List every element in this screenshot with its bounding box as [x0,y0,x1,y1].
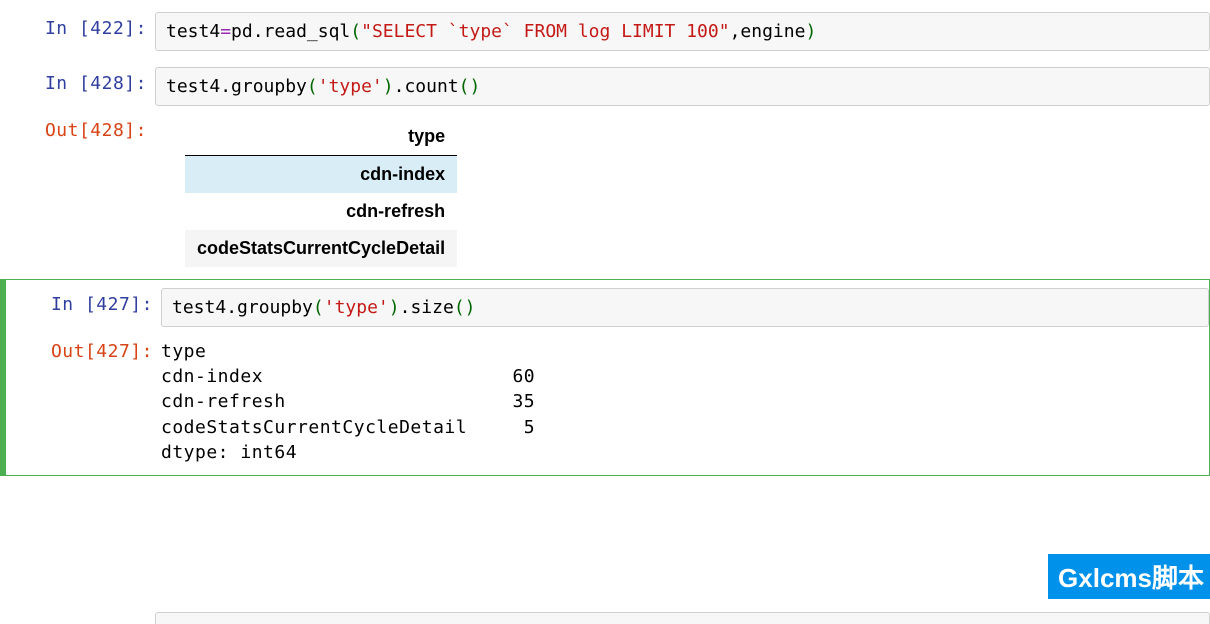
dataframe-table: type cdn-index cdn-refresh codeStatsCurr… [185,118,457,267]
input-prompt: In [422]: [0,10,155,39]
code-cell-427: In [427]: test4.groupby('type').size() [6,284,1209,331]
selected-cell[interactable]: In [427]: test4.groupby('type').size() O… [0,279,1210,476]
watermark-badge: Gxlcms脚本 [1048,554,1210,599]
table-row: codeStatsCurrentCycleDetail [185,230,457,267]
input-prompt: In [427]: [6,286,161,315]
output-cell-427: Out[427]: type cdn-index 60 cdn-refresh … [6,331,1209,471]
output-prompt: Out[428]: [0,112,155,141]
code-cell-422: In [422]: test4=pd.read_sql("SELECT `typ… [0,8,1210,55]
code-cell-428: In [428]: test4.groupby('type').count() [0,63,1210,110]
code-input[interactable]: test4.groupby('type').size() [161,288,1209,327]
code-input[interactable]: test4=pd.read_sql("SELECT `type` FROM lo… [155,12,1210,51]
index-label: codeStatsCurrentCycleDetail [185,230,457,267]
output-prompt: Out[427]: [6,333,161,362]
index-label: cdn-refresh [185,193,457,230]
index-label: cdn-index [185,156,457,194]
input-prompt: In [428]: [0,65,155,94]
table-row: cdn-index [185,156,457,194]
output-cell-428: Out[428]: type cdn-index cdn-refresh cod… [0,110,1210,273]
column-header: type [185,118,457,156]
table-row: cdn-refresh [185,193,457,230]
next-cell-edge[interactable] [155,612,1210,624]
output-area: type cdn-index 60 cdn-refresh 35 codeSta… [161,333,1209,469]
output-area: type cdn-index cdn-refresh codeStatsCurr… [155,112,1210,271]
table-header-row: type [185,118,457,156]
code-input[interactable]: test4.groupby('type').count() [155,67,1210,106]
text-output: type cdn-index 60 cdn-refresh 35 codeSta… [161,339,1209,465]
